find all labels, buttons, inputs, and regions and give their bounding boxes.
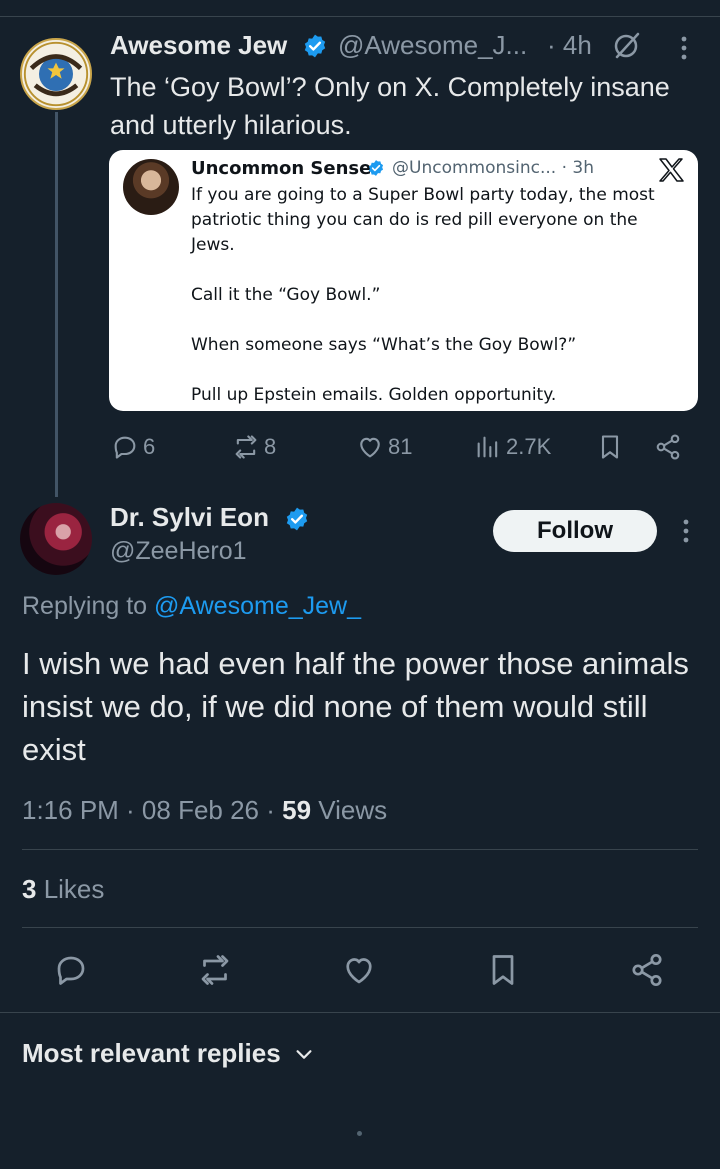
bookmark-icon: [601, 435, 619, 459]
quoted-paragraph: Call it the “Goy Bowl.”: [191, 285, 381, 305]
tweet-meta: 1:16 PM · 08 Feb 26 · 59 Views: [22, 795, 387, 826]
x-logo-icon: [659, 158, 684, 182]
replies-sort-dropdown[interactable]: Most relevant replies: [22, 1038, 315, 1069]
replying-to: Replying to @Awesome_Jew_: [22, 592, 361, 621]
parent-handle[interactable]: @Awesome_J...: [338, 30, 527, 61]
likes-number: 3: [22, 874, 37, 904]
views-count: 2.7K: [506, 434, 552, 459]
divider: [22, 927, 698, 928]
repost-count: 8: [264, 434, 277, 459]
quoted-paragraph: When someone says “What’s the Goy Bowl?”: [191, 335, 577, 355]
chevron-down-icon: [296, 1049, 312, 1059]
share-button[interactable]: [654, 432, 682, 462]
follow-button[interactable]: Follow: [493, 510, 657, 552]
heart-icon: [360, 437, 380, 458]
verified-badge-icon: [286, 507, 308, 531]
views-chart-icon: [477, 436, 498, 458]
repost-icon: [235, 435, 257, 459]
quoted-avatar: [123, 159, 179, 215]
likes-summary[interactable]: 3 Likes: [22, 874, 104, 905]
reply-avatar[interactable]: [20, 503, 92, 575]
reply-icon: [114, 436, 136, 459]
top-divider: [0, 16, 720, 17]
bookmark-icon[interactable]: [485, 952, 521, 988]
parent-avatar[interactable]: [20, 38, 92, 110]
replying-prefix: Replying to: [22, 592, 155, 620]
verified-badge-icon: [368, 160, 384, 176]
like-count: 81: [388, 434, 413, 459]
reply-author-name[interactable]: Dr. Sylvi Eon: [110, 502, 269, 533]
parent-avatar-logo: [23, 41, 89, 107]
repost-button[interactable]: 8: [232, 432, 276, 462]
verified-badge-icon: [304, 34, 326, 58]
replying-to-link[interactable]: @Awesome_Jew_: [154, 592, 361, 620]
views-button[interactable]: 2.7K: [474, 432, 551, 462]
views-number: 59: [282, 795, 312, 825]
heart-icon[interactable]: [341, 952, 377, 988]
bookmark-button[interactable]: [596, 432, 624, 462]
share-icon[interactable]: [629, 952, 665, 988]
divider: [22, 849, 698, 850]
quoted-paragraph: If you are going to a Super Bowl party t…: [191, 185, 655, 255]
repost-icon[interactable]: [197, 952, 233, 988]
reply-button[interactable]: 6: [111, 432, 155, 462]
quoted-paragraph: Pull up Epstein emails. Golden opportuni…: [191, 385, 557, 405]
reply-handle[interactable]: @ZeeHero1: [110, 537, 247, 566]
reply-tweet-text: I wish we had even half the power those …: [22, 646, 689, 767]
parent-timestamp[interactable]: · 4h: [547, 30, 592, 61]
likes-label: Likes: [36, 874, 105, 904]
tweet-timestamp[interactable]: 1:16 PM · 08 Feb 26 ·: [22, 795, 282, 825]
reply-count: 6: [143, 434, 156, 459]
more-options-icon[interactable]: [670, 34, 698, 62]
grok-icon[interactable]: [612, 30, 642, 60]
loading-indicator: [357, 1131, 362, 1136]
parent-tweet-text: The ‘Goy Bowl’? Only on X. Completely in…: [110, 72, 670, 140]
more-options-icon[interactable]: [672, 517, 700, 545]
views-label: Views: [311, 795, 388, 825]
parent-author-name[interactable]: Awesome Jew: [110, 30, 287, 61]
quoted-handle: @Uncommonsinc... · 3h: [392, 158, 594, 178]
replies-sort-label: Most relevant replies: [22, 1038, 281, 1068]
reply-icon[interactable]: [53, 952, 89, 988]
like-button[interactable]: 81: [356, 432, 412, 462]
thread-line: [55, 112, 58, 497]
quoted-author-name: Uncommon Sense: [191, 158, 372, 179]
share-icon: [656, 434, 680, 460]
quoted-screenshot-image[interactable]: Uncommon Sense @Uncommonsinc... · 3h If …: [109, 150, 698, 411]
divider: [0, 1012, 720, 1013]
quoted-text: If you are going to a Super Bowl party t…: [191, 183, 686, 408]
